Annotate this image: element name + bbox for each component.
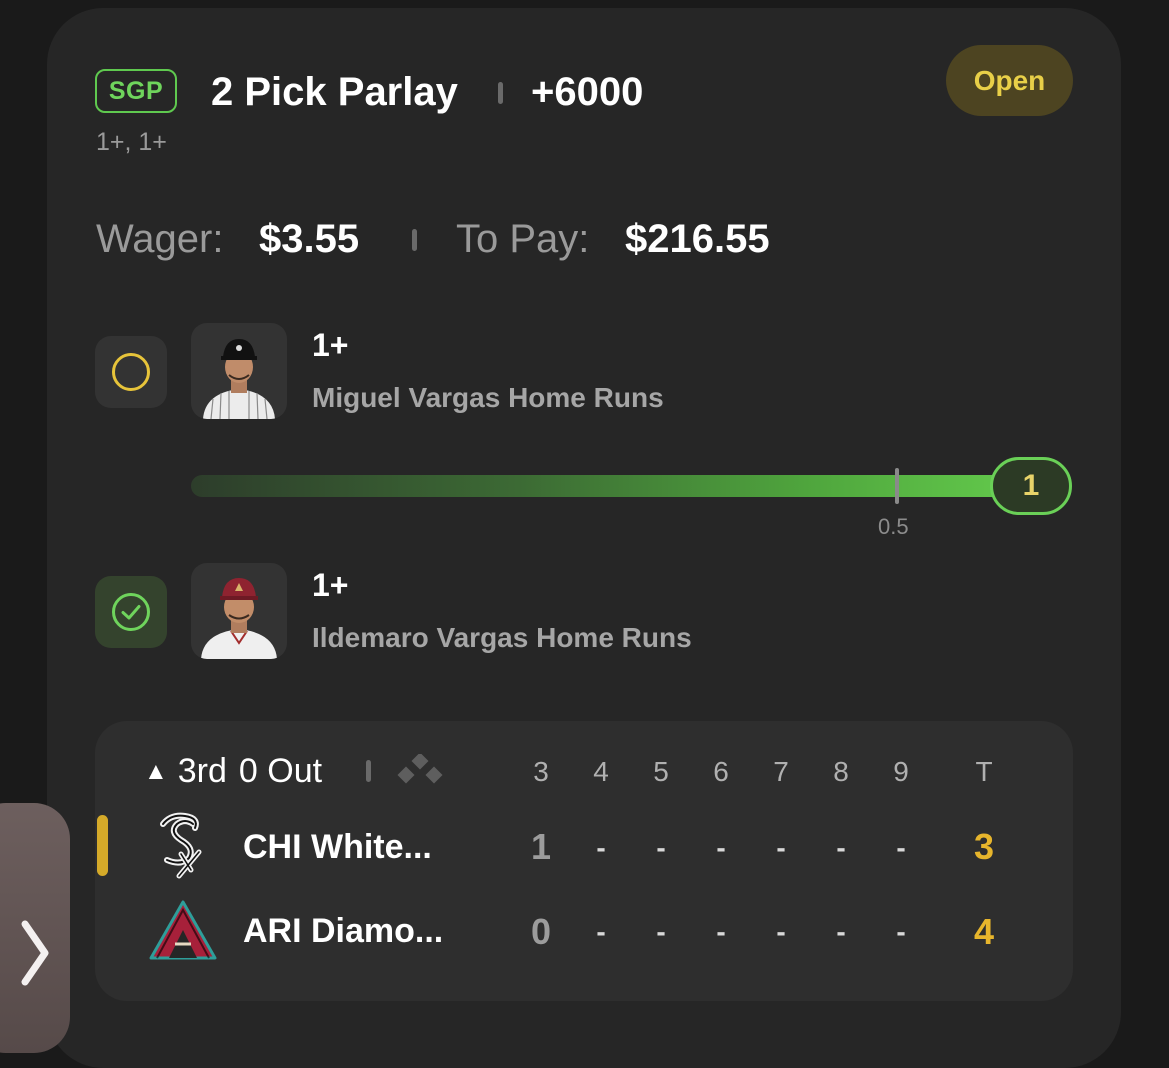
diamondbacks-logo xyxy=(149,900,217,960)
inning-header: 7 xyxy=(773,756,789,787)
leg-status-pending xyxy=(95,336,167,408)
inning-header: 3 xyxy=(533,756,549,787)
leg-line: 1+ xyxy=(312,327,349,363)
white-sox-logo xyxy=(160,812,202,879)
total-header: T xyxy=(975,756,993,787)
wager-label: Wager: xyxy=(96,217,224,261)
leg-market: Miguel Vargas Home Runs xyxy=(312,382,664,413)
inning-header: 4 xyxy=(593,756,609,787)
inning-score: - xyxy=(656,832,666,863)
batting-indicator xyxy=(97,815,108,876)
team-total: 3 xyxy=(973,826,995,867)
bet-odds: +6000 xyxy=(531,70,644,114)
team-total: 4 xyxy=(973,911,995,952)
pending-circle-icon xyxy=(112,353,150,391)
leg-market: Ildemaro Vargas Home Runs xyxy=(312,622,692,653)
payout-value: $216.55 xyxy=(625,217,770,261)
player-avatar[interactable] xyxy=(191,323,287,419)
wager-value: $3.55 xyxy=(259,217,360,261)
chevron-right-icon[interactable] xyxy=(17,918,53,988)
inning-header: 5 xyxy=(653,756,669,787)
leg-line: 1+ xyxy=(312,567,349,603)
inning-label: 3rd xyxy=(177,752,227,790)
inning-score: 1 xyxy=(530,826,552,867)
bases-diamond-icon xyxy=(397,754,443,784)
divider xyxy=(366,760,371,782)
inning-score: - xyxy=(596,832,606,863)
player-avatar[interactable] xyxy=(191,563,287,659)
inning-score: - xyxy=(896,916,906,947)
inning-state: ▲ 3rd 0 Out xyxy=(144,752,322,791)
legs-summary: 1+, 1+ xyxy=(96,128,167,156)
half-indicator: ▲ xyxy=(144,757,168,785)
inning-score: - xyxy=(836,832,846,863)
team-name: CHI White... xyxy=(243,828,432,866)
inning-header: 6 xyxy=(713,756,729,787)
threshold-label: 0.5 xyxy=(878,514,909,539)
inning-score: 0 xyxy=(530,911,552,952)
inning-score: - xyxy=(836,916,846,947)
inning-score: - xyxy=(596,916,606,947)
check-circle-icon xyxy=(112,593,150,631)
inning-score: - xyxy=(776,916,786,947)
inning-score: - xyxy=(896,832,906,863)
team-name: ARI Diamo... xyxy=(243,912,444,950)
inning-score: - xyxy=(716,832,726,863)
payout-label: To Pay: xyxy=(456,217,590,261)
inning-score: - xyxy=(716,916,726,947)
leg-status-won xyxy=(95,576,167,648)
sgp-badge: SGP xyxy=(95,69,177,113)
outs-label: 0 Out xyxy=(238,752,323,790)
bet-title: 2 Pick Parlay xyxy=(211,70,458,114)
inning-header: 8 xyxy=(833,756,849,787)
inning-header: 9 xyxy=(893,756,909,787)
progress-track xyxy=(191,475,1011,497)
divider xyxy=(412,229,417,251)
inning-score: - xyxy=(656,916,666,947)
progress-value: 1 xyxy=(990,457,1072,515)
player-headshot-icon xyxy=(203,339,275,419)
divider xyxy=(498,82,503,104)
threshold-tick xyxy=(895,468,899,504)
player-headshot-icon xyxy=(201,578,277,659)
status-badge: Open xyxy=(946,45,1073,116)
inning-score: - xyxy=(776,832,786,863)
